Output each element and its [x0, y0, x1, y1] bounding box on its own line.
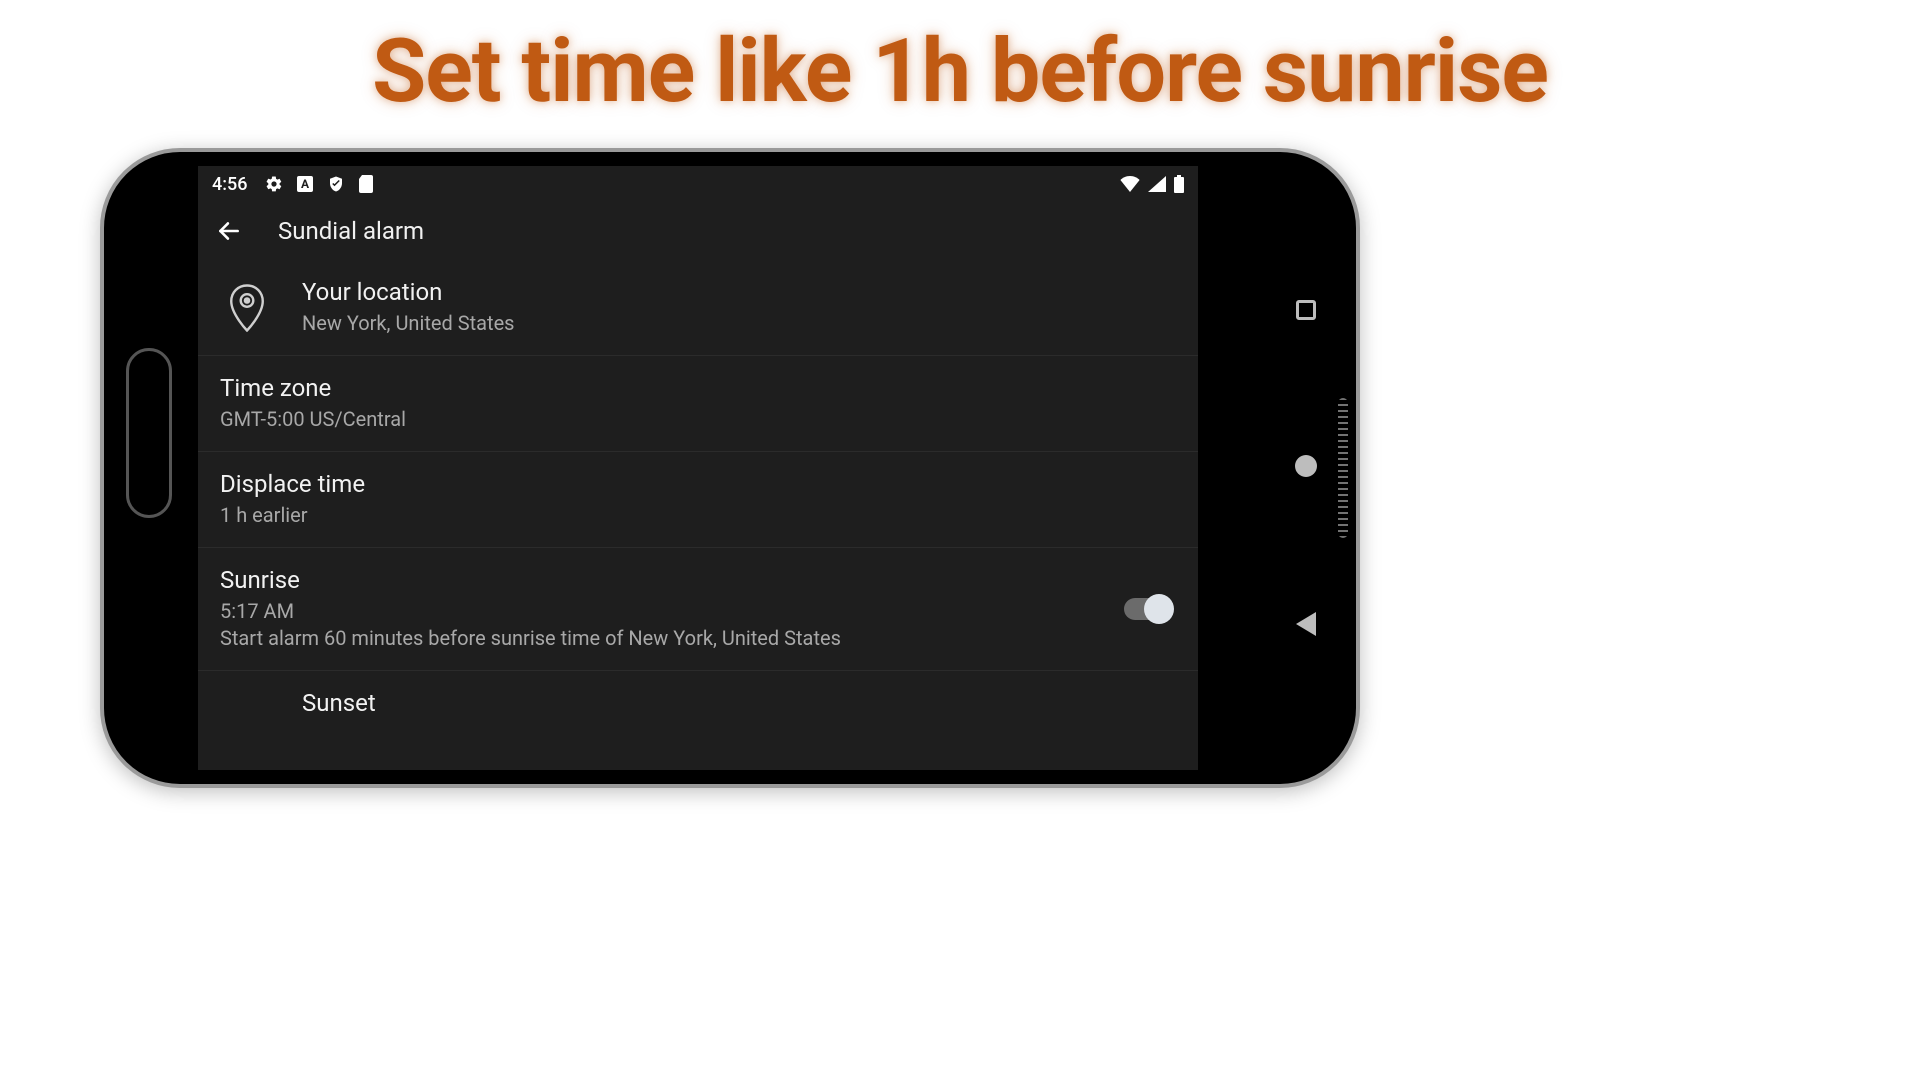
- back-arrow-icon[interactable]: [216, 218, 242, 244]
- nav-home-button[interactable]: [1295, 455, 1317, 477]
- displace-value: 1 h earlier: [220, 502, 1176, 529]
- badge-a-icon: A: [297, 176, 313, 192]
- settings-list: Your location New York, United States Ti…: [198, 260, 1198, 721]
- home-button[interactable]: [126, 348, 172, 518]
- page-title: Sundial alarm: [278, 217, 424, 245]
- status-bar: 4:56 A: [198, 166, 1198, 202]
- sunrise-title: Sunrise: [220, 566, 1096, 594]
- screen: 4:56 A: [198, 166, 1198, 770]
- location-pin-icon: [229, 284, 265, 332]
- timezone-title: Time zone: [220, 374, 1176, 402]
- location-value: New York, United States: [302, 310, 1176, 337]
- speaker-grill: [1338, 398, 1348, 538]
- nav-back-button[interactable]: [1296, 612, 1316, 636]
- sunset-title: Sunset: [302, 689, 1176, 717]
- shield-icon: [327, 175, 345, 193]
- sunrise-desc: Start alarm 60 minutes before sunrise ti…: [220, 625, 1096, 652]
- nav-recent-button[interactable]: [1296, 300, 1316, 320]
- svg-text:A: A: [301, 177, 310, 191]
- nav-bar: [1286, 152, 1326, 784]
- timezone-value: GMT-5:00 US/Central: [220, 406, 1176, 433]
- device-frame: 4:56 A: [100, 148, 1360, 788]
- wifi-icon: [1120, 176, 1140, 192]
- sunset-row[interactable]: Sunset: [198, 671, 1198, 721]
- displace-row[interactable]: Displace time 1 h earlier: [198, 452, 1198, 548]
- app-bar: Sundial alarm: [198, 202, 1198, 260]
- page-headline: Set time like 1h before sunrise: [0, 20, 1920, 123]
- status-time: 4:56: [212, 174, 247, 195]
- timezone-row[interactable]: Time zone GMT-5:00 US/Central: [198, 356, 1198, 452]
- gear-icon: [265, 175, 283, 193]
- location-row[interactable]: Your location New York, United States: [198, 260, 1198, 356]
- displace-title: Displace time: [220, 470, 1176, 498]
- signal-icon: [1148, 176, 1166, 192]
- location-title: Your location: [302, 278, 1176, 306]
- sunrise-time: 5:17 AM: [220, 598, 1096, 625]
- sunrise-row[interactable]: Sunrise 5:17 AM Start alarm 60 minutes b…: [198, 548, 1198, 671]
- toggle-knob: [1144, 594, 1174, 624]
- sd-card-icon: [359, 175, 373, 193]
- battery-icon: [1174, 175, 1184, 193]
- sunrise-toggle[interactable]: [1124, 598, 1170, 620]
